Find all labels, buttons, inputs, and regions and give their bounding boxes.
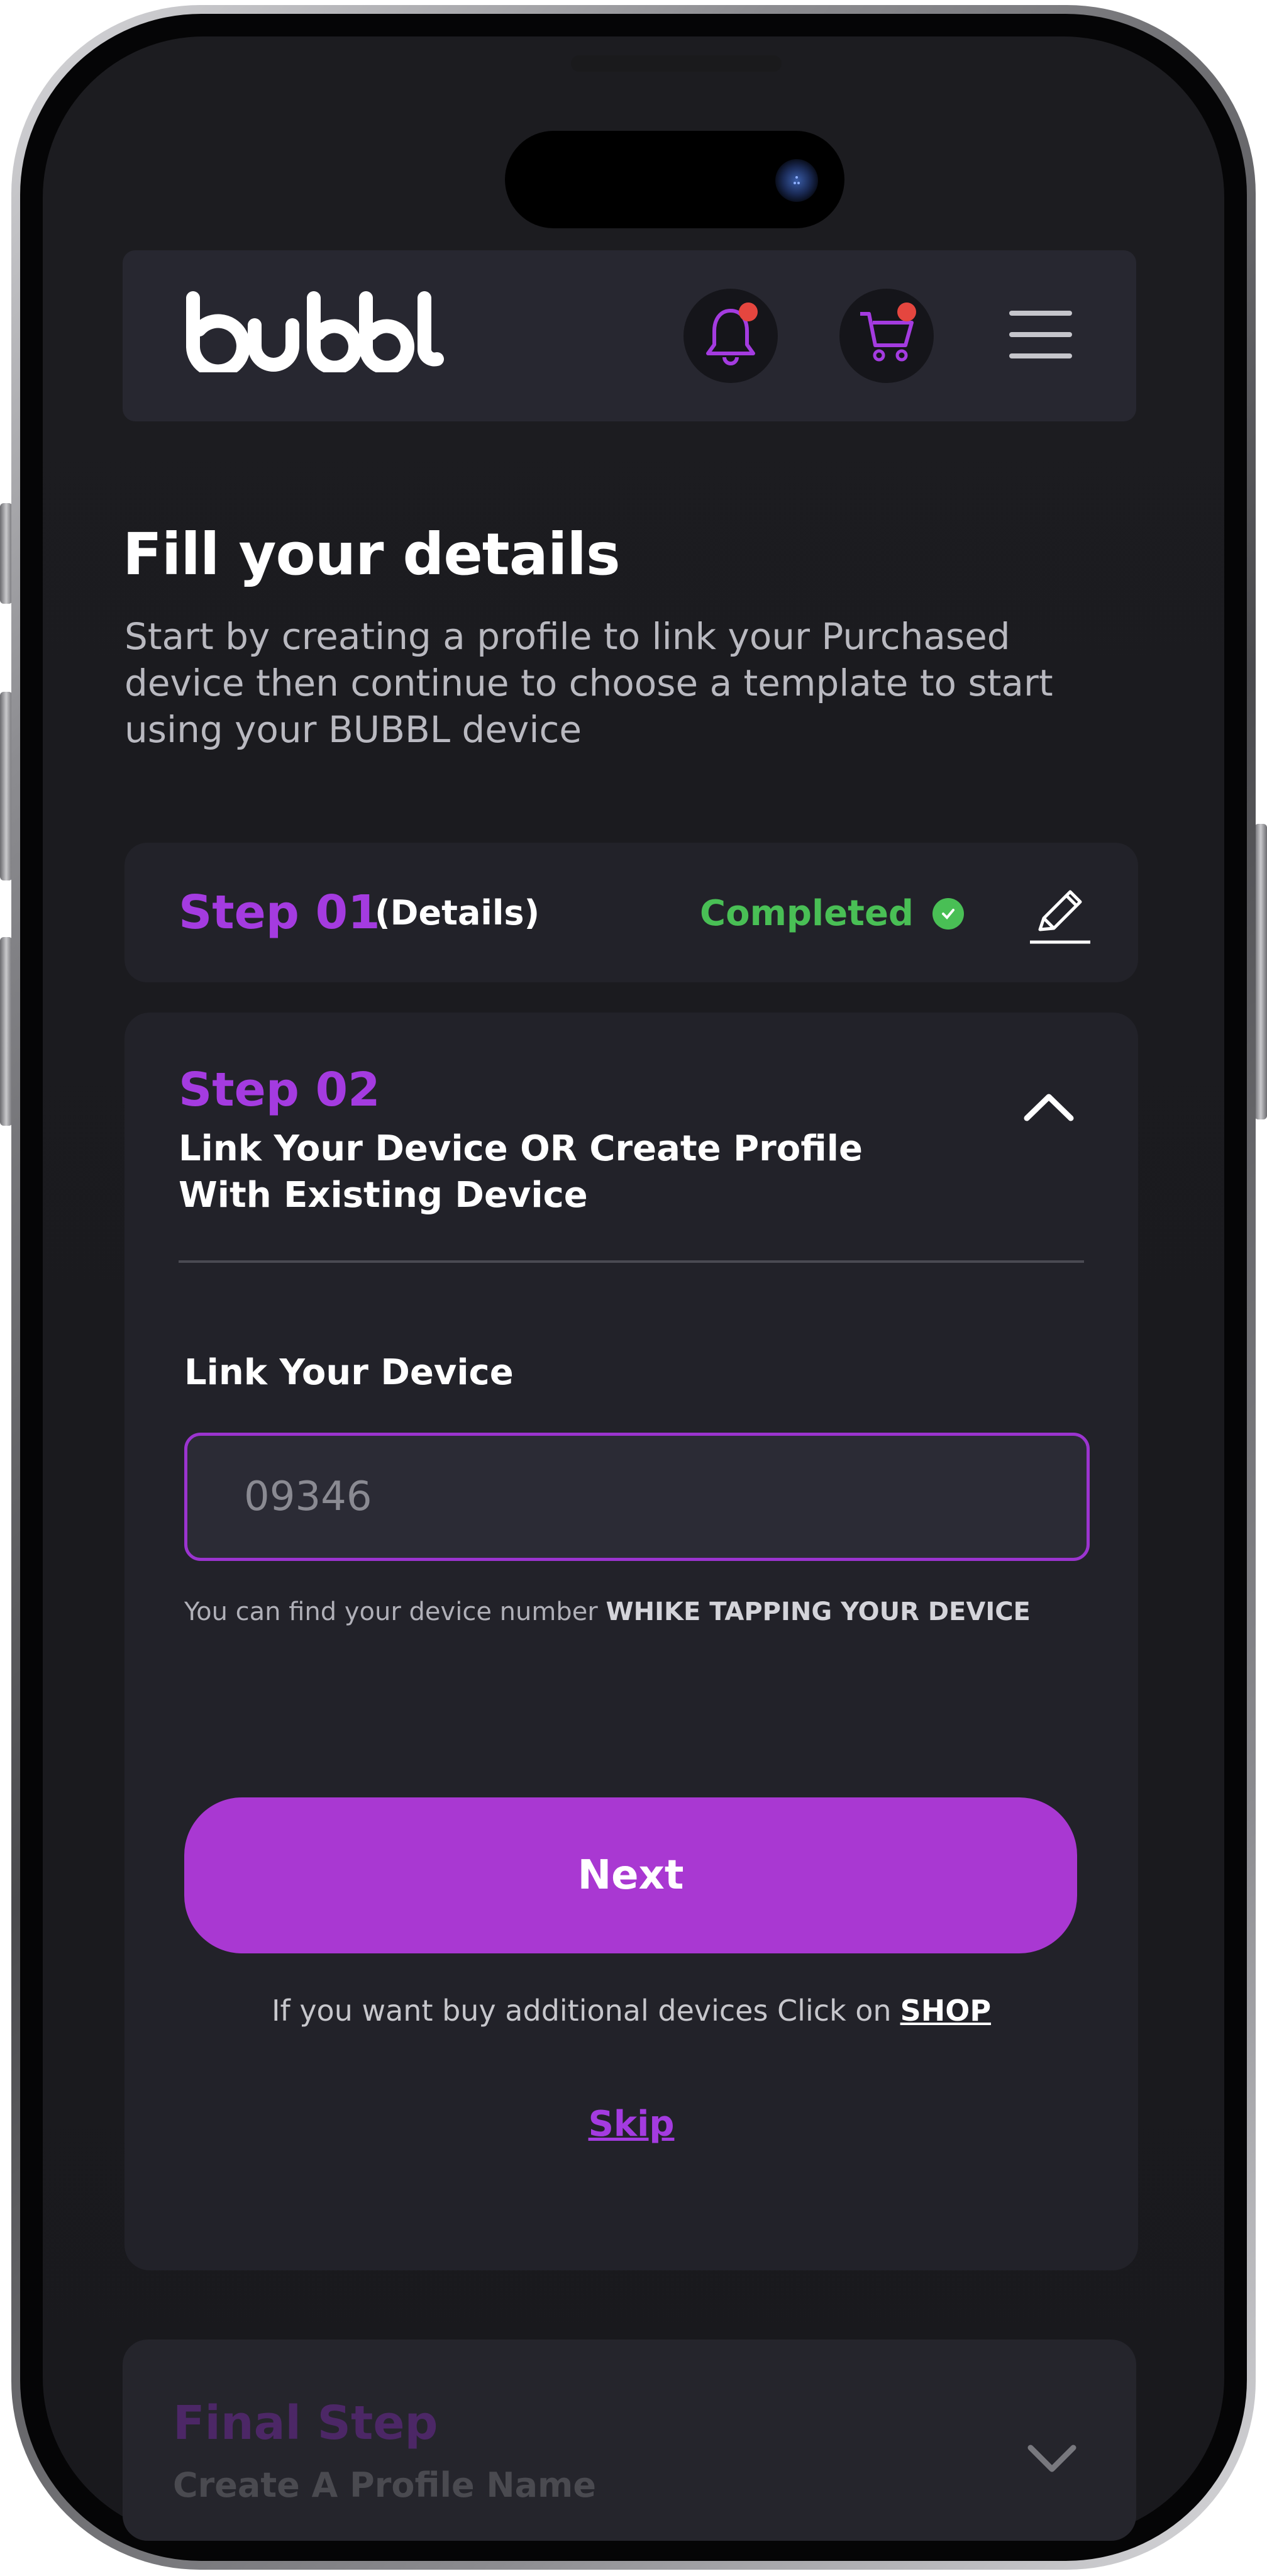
step2-card: Step 02 Link Your Device OR Create Profi…	[124, 1013, 1138, 2270]
hint-emphasis: WHIKE TAPPING YOUR DEVICE	[606, 1597, 1031, 1626]
device-number-hint: You can find your device number WHIKE TA…	[184, 1597, 1031, 1626]
side-button	[0, 692, 13, 880]
pencil-icon	[1030, 890, 1090, 944]
step1-subtitle: (Details)	[375, 893, 540, 933]
step2-title: Link Your Device OR Create Profile With …	[179, 1128, 863, 1216]
bubbl-logo-icon	[186, 291, 444, 379]
speaker-grille	[571, 55, 782, 72]
step1-status: Completed	[700, 893, 965, 934]
skip-link[interactable]: Skip	[124, 2104, 1138, 2145]
final-step-title: Final Step	[173, 2396, 438, 2450]
step1-card: Step 01 (Details) Completed	[124, 843, 1138, 982]
page-title: Fill your details	[123, 521, 621, 588]
side-button	[1254, 824, 1267, 1119]
shop-prompt-text: If you want buy additional devices Click…	[271, 1994, 892, 2028]
final-step-card[interactable]: Final Step Create A Profile Name	[123, 2340, 1136, 2541]
bubbl-logo[interactable]	[180, 291, 457, 379]
chevron-down-icon	[1027, 2445, 1076, 2472]
check-circle-icon	[932, 897, 965, 930]
step1-number: Step 01	[179, 886, 380, 940]
step2-number: Step 02	[179, 1063, 380, 1117]
shop-prompt: If you want buy additional devices Click…	[124, 1994, 1138, 2028]
side-button	[0, 503, 13, 604]
collapse-step2-button[interactable]	[1014, 1082, 1083, 1132]
camera-lens-icon	[794, 176, 800, 184]
app-header	[123, 250, 1136, 421]
final-step-subtitle: Create A Profile Name	[173, 2465, 596, 2505]
status-text: Completed	[700, 893, 914, 934]
page-intro: Start by creating a profile to link your…	[124, 615, 1053, 751]
hamburger-menu-icon[interactable]	[1009, 311, 1072, 361]
expand-final-step-button[interactable]	[1021, 2434, 1083, 2484]
device-number-input[interactable]	[184, 1433, 1090, 1561]
cart-badge	[897, 303, 916, 321]
cart-button[interactable]	[839, 289, 934, 383]
side-button	[0, 937, 13, 1126]
link-device-label: Link Your Device	[184, 1352, 514, 1393]
notification-badge	[739, 303, 758, 321]
edit-step1-button[interactable]	[1025, 880, 1094, 950]
chevron-up-icon	[1024, 1094, 1074, 1121]
next-button[interactable]: Next	[184, 1797, 1077, 1953]
front-camera	[775, 159, 818, 202]
shop-link[interactable]: SHOP	[900, 1994, 991, 2028]
hint-text: You can find your device number	[184, 1597, 606, 1626]
divider	[179, 1260, 1084, 1263]
notification-button[interactable]	[683, 289, 778, 383]
